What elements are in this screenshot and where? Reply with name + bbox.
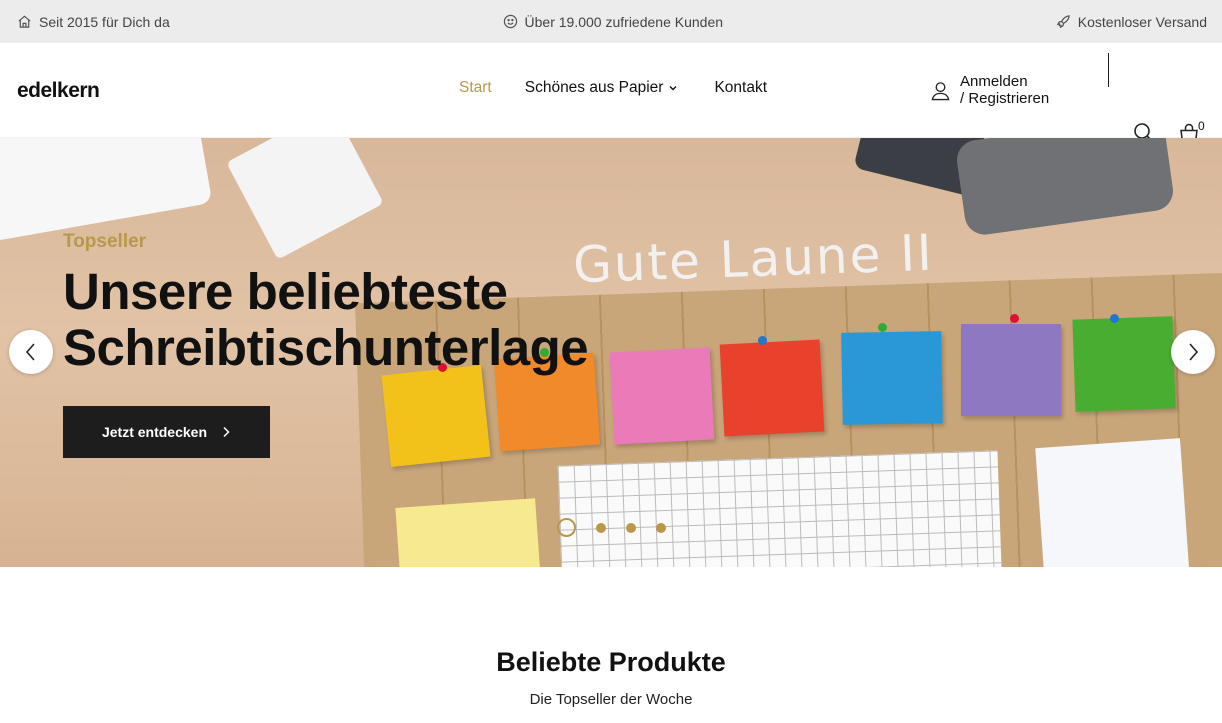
hero-bg-felt-case (954, 138, 1176, 238)
home-icon (18, 15, 31, 28)
topbar-since: Seit 2015 für Dich da (17, 14, 170, 30)
topbar-customers-text: Über 19.000 zufriedene Kunden (524, 13, 724, 30)
topbar-shipping: Kostenloser Versand (1056, 14, 1207, 30)
chevron-right-icon (223, 426, 230, 438)
slider-prev-button[interactable] (9, 330, 53, 374)
sticky-note-green (1072, 316, 1176, 412)
slider-dot-2[interactable] (596, 522, 606, 533)
account-register-label: / Registrieren (960, 90, 1050, 107)
pin-blue-2 (1110, 314, 1119, 323)
nav-kontakt-label: Kontakt (714, 79, 768, 96)
pin-blue (758, 336, 767, 345)
cta-label: Jetzt entdecken (101, 424, 208, 440)
slider-dot-3[interactable] (626, 522, 636, 533)
hero-headline: Unsere beliebteste Schreibtischunterlage (63, 264, 683, 376)
hero-bg-yellow-pad (395, 498, 541, 567)
slider-dot-1[interactable] (557, 518, 576, 537)
account-link[interactable]: Anmelden / Registrieren (930, 73, 1049, 107)
hero-headline-line1: Unsere beliebteste (63, 263, 508, 320)
hero-content: Topseller Unsere beliebteste Schreibtisc… (63, 231, 683, 458)
account-login-label: Anmelden (960, 73, 1028, 90)
topbar-customers: Über 19.000 zufriedene Kunden (503, 14, 723, 30)
nav-schoenes-aus-papier[interactable]: Schönes aus Papier (525, 79, 679, 97)
nav-start-label: Start (459, 79, 492, 96)
hero-bg-grid-paper (557, 450, 1003, 567)
nav-start[interactable]: Start (459, 79, 492, 97)
cta-button[interactable]: Jetzt entdecken (63, 406, 270, 458)
topbar-since-text: Seit 2015 für Dich da (39, 13, 170, 30)
hero-slider: Gute Laune II Topseller Unsere beliebtes… (0, 138, 1222, 567)
slider-next-button[interactable] (1171, 330, 1215, 374)
smiley-icon (503, 14, 517, 29)
account-text: Anmelden / Registrieren (960, 73, 1049, 107)
slider-dots (557, 518, 666, 537)
chevron-down-icon (669, 86, 677, 91)
chevron-right-icon (1189, 343, 1199, 361)
pin-red-2 (1010, 314, 1019, 323)
header-divider (1108, 53, 1109, 87)
sticky-note-purple (961, 324, 1061, 416)
section-subtitle: Die Topseller der Woche (529, 691, 693, 708)
pin-green-2 (878, 323, 887, 332)
hero-headline-line2: Schreibtischunterlage (63, 319, 589, 376)
section-title: Beliebte Produkte (496, 647, 726, 677)
main-nav: Start Schönes aus Papier Kontakt (459, 79, 767, 97)
user-icon (931, 81, 950, 100)
nav-papier-label: Schönes aus Papier (524, 79, 664, 96)
topbar-shipping-text: Kostenloser Versand (1077, 13, 1207, 30)
hero-bg-tablet (0, 138, 213, 242)
logo[interactable]: edelkern (17, 79, 100, 103)
topbar: Seit 2015 für Dich da Über 19.000 zufrie… (0, 0, 1222, 43)
hero-bg-lined-paper (1035, 438, 1190, 567)
sticky-note-red (719, 339, 825, 437)
popular-products-section: Beliebte Produkte Die Topseller der Woch… (0, 647, 1222, 708)
nav-kontakt[interactable]: Kontakt (714, 79, 767, 97)
chevron-left-icon (25, 343, 35, 361)
site-header: edelkern Start Schönes aus Papier Kontak… (0, 43, 1222, 144)
sticky-note-blue (841, 331, 943, 425)
slider-dot-4[interactable] (656, 522, 666, 533)
cart-count: 0 (1198, 119, 1205, 133)
rocket-icon (1056, 15, 1070, 29)
hero-kicker: Topseller (63, 231, 147, 252)
